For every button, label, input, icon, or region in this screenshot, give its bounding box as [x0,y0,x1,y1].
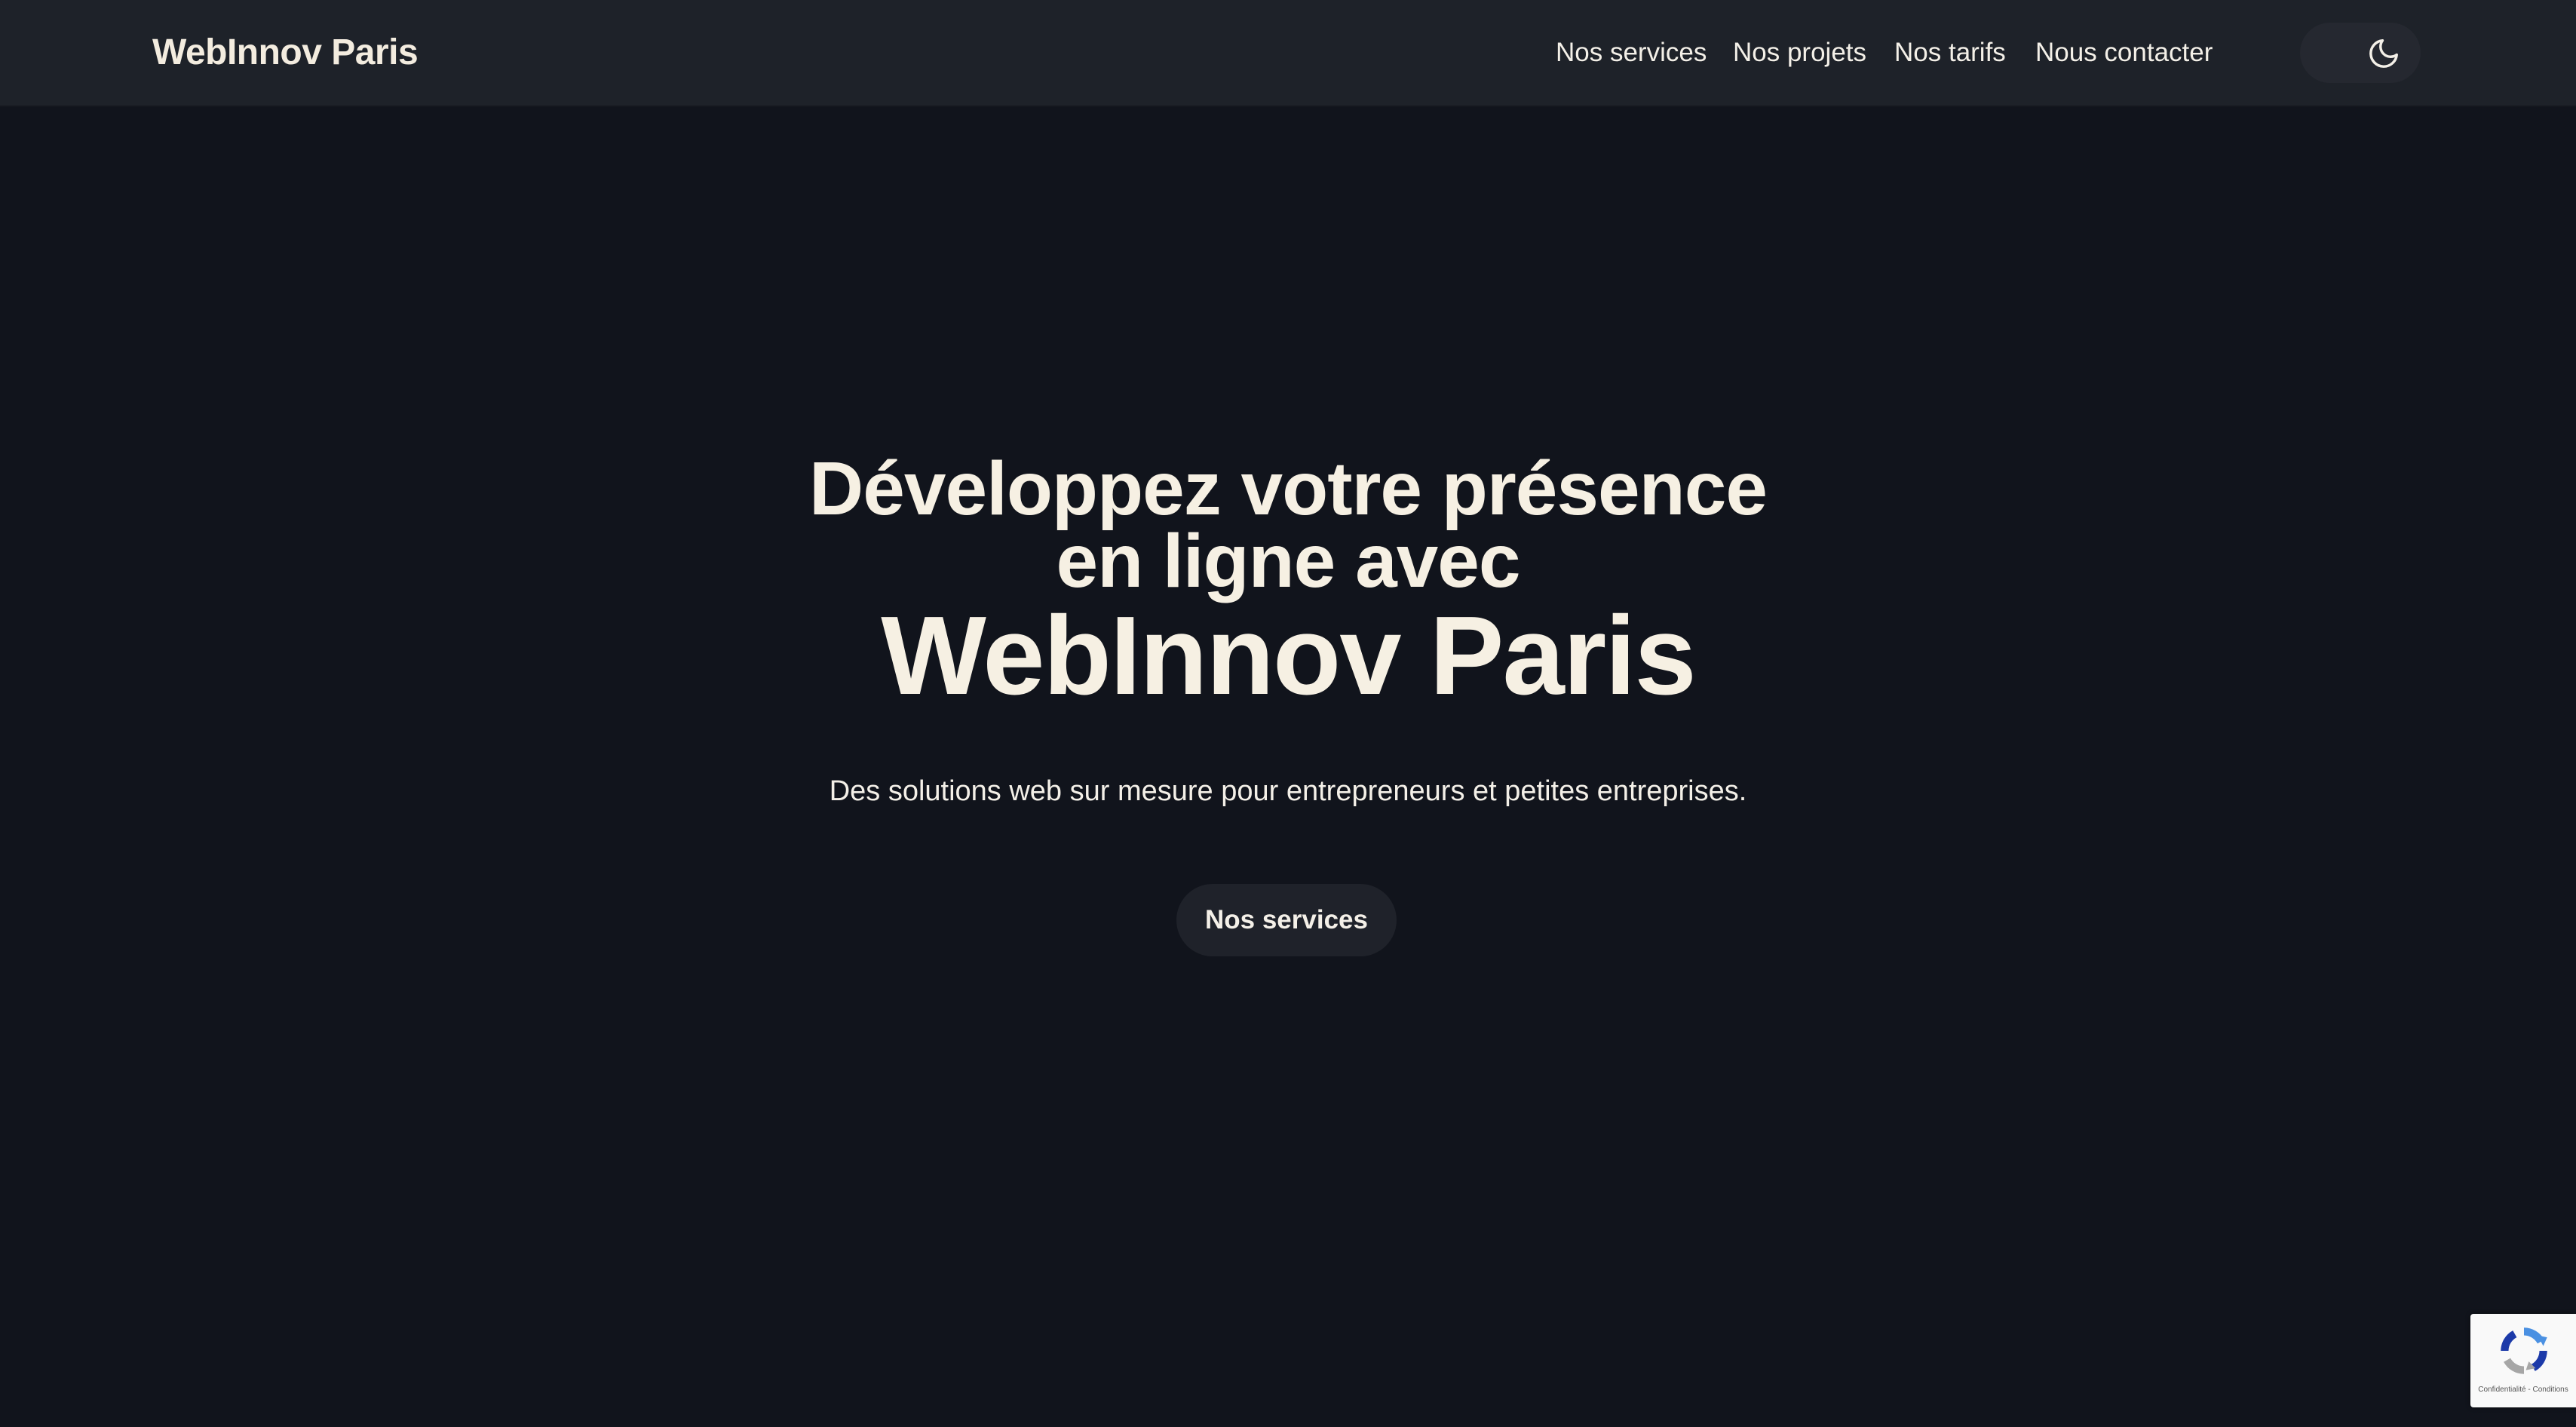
hero-heading: Développez votre présence en ligne avec … [0,447,2576,718]
recaptcha-badge[interactable]: Confidentialité - Conditions [2470,1314,2576,1407]
page: WebInnov Paris Nos services Nos projets … [0,0,2576,1427]
nav-link-projects[interactable]: Nos projets [1733,35,1866,71]
hero-title-brand: WebInnov Paris [881,594,1697,718]
nav-link-services[interactable]: Nos services [1556,35,1707,71]
main-nav: Nos services Nos projets Nos tarifs Nous… [0,35,2576,71]
moon-icon [2369,39,2398,68]
services-cta-button[interactable]: Nos services [1176,884,1397,956]
hero-title-line-2: en ligne avec [1056,519,1520,603]
nav-link-pricing[interactable]: Nos tarifs [1894,35,2006,71]
hero-title-line-1: Développez votre présence [809,447,1768,531]
recaptcha-terms[interactable]: Confidentialité - Conditions [2470,1385,2576,1395]
nav-link-contact[interactable]: Nous contacter [2035,35,2213,71]
site-header: WebInnov Paris Nos services Nos projets … [0,0,2576,106]
theme-toggle-button[interactable] [2300,23,2421,83]
recaptcha-icon [2501,1327,2547,1374]
hero-subtitle: Des solutions web sur mesure pour entrep… [829,775,1747,807]
